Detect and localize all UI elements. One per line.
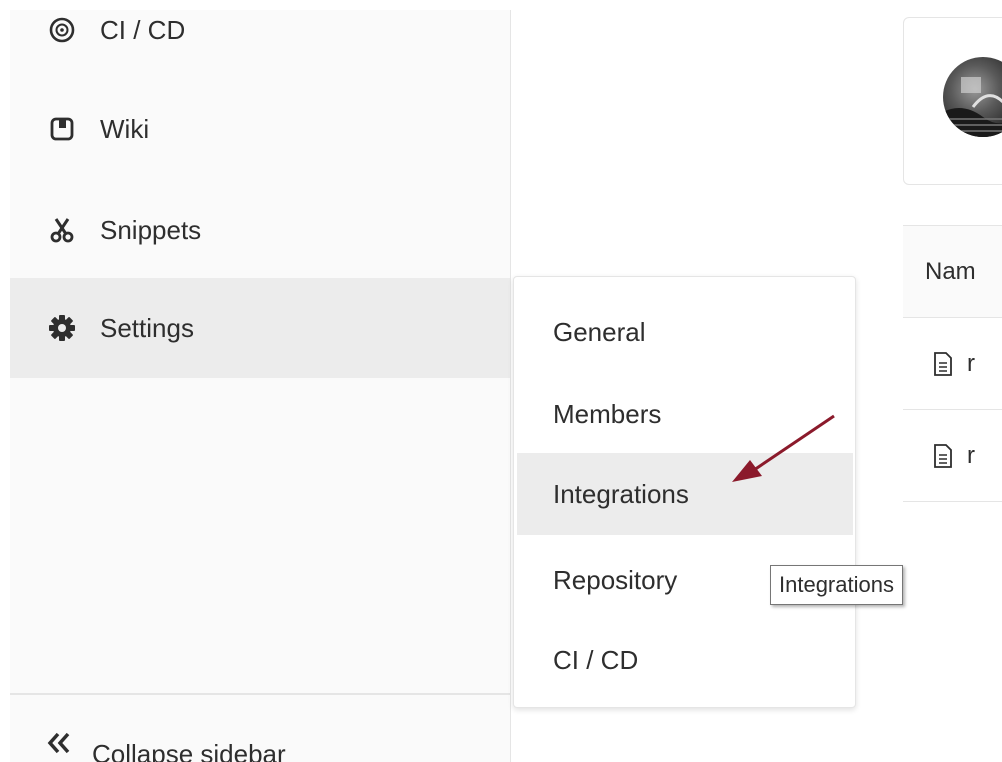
integrations-tooltip: Integrations bbox=[770, 565, 903, 605]
table-row[interactable]: r bbox=[903, 410, 1002, 502]
sidebar-item-ci-cd[interactable]: CI / CD bbox=[10, 0, 510, 80]
sidebar-item-label: Settings bbox=[100, 312, 194, 343]
collapse-sidebar-label: Collapse sidebar bbox=[92, 739, 286, 762]
sidebar-item-snippets[interactable]: Snippets bbox=[10, 180, 510, 280]
table-header-name: Nam bbox=[903, 225, 1002, 318]
file-name[interactable]: r bbox=[967, 442, 975, 470]
gear-icon bbox=[46, 312, 78, 344]
flyout-item-label: CI / CD bbox=[553, 644, 639, 675]
sidebar: CI / CD Wiki Snippets Settings Collapse … bbox=[10, 10, 511, 762]
settings-flyout-menu: General Members Integrations Repository … bbox=[513, 276, 856, 708]
sidebar-item-label: CI / CD bbox=[100, 14, 186, 45]
sidebar-item-wiki[interactable]: Wiki bbox=[10, 79, 510, 179]
annotation-arrow bbox=[732, 414, 835, 482]
table-header-label: Nam bbox=[925, 257, 976, 285]
rocket-icon bbox=[46, 14, 78, 46]
file-icon bbox=[933, 443, 953, 468]
sidebar-item-label: Wiki bbox=[100, 113, 150, 144]
sidebar-item-settings[interactable]: Settings bbox=[10, 278, 510, 378]
flyout-item-label: Integrations bbox=[553, 478, 689, 509]
sidebar-item-label: Snippets bbox=[100, 214, 202, 245]
double-chevron-left-icon bbox=[46, 730, 72, 762]
flyout-item-general[interactable]: General bbox=[517, 291, 853, 373]
collapse-sidebar-button[interactable]: Collapse sidebar bbox=[10, 693, 510, 762]
flyout-item-label: Members bbox=[553, 398, 662, 429]
flyout-item-label: General bbox=[553, 316, 646, 347]
flyout-item-ci-cd[interactable]: CI / CD bbox=[517, 619, 853, 701]
file-name[interactable]: r bbox=[967, 350, 975, 378]
tooltip-text: Integrations bbox=[779, 572, 894, 597]
scissors-icon bbox=[46, 214, 78, 246]
book-icon bbox=[46, 113, 78, 145]
flyout-item-label: Repository bbox=[553, 564, 678, 595]
file-icon bbox=[933, 351, 953, 376]
table-row[interactable]: r bbox=[903, 318, 1002, 410]
